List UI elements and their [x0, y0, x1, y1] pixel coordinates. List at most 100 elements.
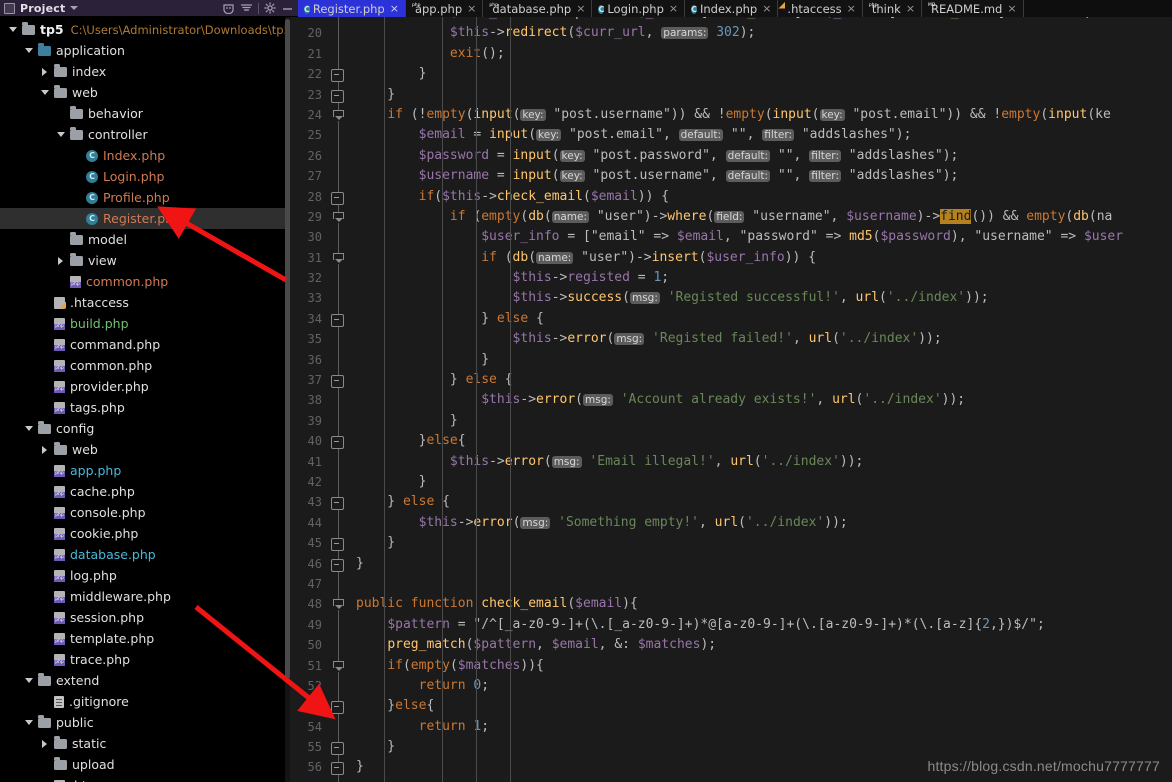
code-line-36[interactable]: } — [356, 350, 1172, 370]
gutter-line-47[interactable]: 47 — [290, 574, 352, 594]
fold-toggle-icon[interactable] — [331, 436, 344, 450]
gutter-line-49[interactable]: 49 — [290, 615, 352, 635]
gutter-line-28[interactable]: 28 — [290, 187, 352, 207]
code-line-26[interactable]: $password = input(key: "post.password", … — [356, 146, 1172, 166]
code-line-37[interactable]: } else { — [356, 370, 1172, 390]
gutter-line-25[interactable]: 25 — [290, 125, 352, 145]
fold-toggle-icon[interactable] — [333, 252, 344, 264]
gutter-line-33[interactable]: 33 — [290, 288, 352, 308]
editor-tab-bar[interactable]: C Register.php × app.php × database.php × C Logi… — [298, 0, 1172, 17]
gutter-line-45[interactable]: 45 — [290, 533, 352, 553]
fold-toggle-icon[interactable] — [331, 558, 344, 572]
tree-item-controller[interactable]: controller — [0, 124, 290, 145]
gutter-line-20[interactable]: 20 — [290, 23, 352, 43]
editor-tab-database-php[interactable]: database.php × — [483, 0, 593, 17]
fold-toggle-icon[interactable] — [333, 109, 344, 121]
fold-toggle-icon[interactable] — [331, 313, 344, 327]
code-line-44[interactable]: $this->error(msg: 'Something empty!', ur… — [356, 513, 1172, 533]
gutter-line-51[interactable]: 51 — [290, 656, 352, 676]
tree-item-cookie-php[interactable]: cookie.php — [0, 523, 290, 544]
code-line-23[interactable]: } — [356, 85, 1172, 105]
tree-toggle-icon[interactable] — [38, 445, 51, 454]
gutter-line-37[interactable]: 37 — [290, 370, 352, 390]
code-editor[interactable]: 1920212223242526272829303132333435363738… — [290, 17, 1172, 782]
gutter-line-35[interactable]: 35 — [290, 329, 352, 349]
minimize-icon[interactable] — [281, 3, 294, 14]
gutter-line-22[interactable]: 22 — [290, 64, 352, 84]
tree-item-extend[interactable]: extend — [0, 670, 290, 691]
collapse-all-icon[interactable] — [240, 3, 253, 14]
gutter-line-31[interactable]: 31 — [290, 248, 352, 268]
tree-item-trace-php[interactable]: trace.php — [0, 649, 290, 670]
tree-item-config[interactable]: config — [0, 418, 290, 439]
tab-close-icon[interactable]: × — [669, 3, 678, 14]
editor-tab-htaccess[interactable]: .htaccess × — [778, 0, 863, 17]
tree-item-common-php[interactable]: common.php — [0, 355, 290, 376]
tree-item-index[interactable]: index — [0, 61, 290, 82]
gutter-line-46[interactable]: 46 — [290, 554, 352, 574]
gutter-line-42[interactable]: 42 — [290, 472, 352, 492]
fold-toggle-icon[interactable] — [333, 660, 344, 672]
gutter-line-50[interactable]: 50 — [290, 635, 352, 655]
code-line-57[interactable] — [356, 778, 1172, 782]
code-line-32[interactable]: $this->registed = 1; — [356, 268, 1172, 288]
code-line-35[interactable]: $this->error(msg: 'Registed failed!', ur… — [356, 329, 1172, 349]
code-line-42[interactable]: } — [356, 472, 1172, 492]
tab-close-icon[interactable]: × — [847, 3, 856, 14]
gutter-line-27[interactable]: 27 — [290, 166, 352, 186]
gutter-line-56[interactable]: 56 — [290, 757, 352, 777]
tree-toggle-icon[interactable] — [54, 256, 67, 265]
tree-toggle-icon[interactable] — [22, 426, 35, 431]
gutter-line-26[interactable]: 26 — [290, 146, 352, 166]
gutter-line-44[interactable]: 44 — [290, 513, 352, 533]
tree-item-provider-php[interactable]: provider.php — [0, 376, 290, 397]
code-line-43[interactable]: } else { — [356, 492, 1172, 512]
code-line-33[interactable]: $this->success(msg: 'Registed successful… — [356, 288, 1172, 308]
code-line-27[interactable]: $username = input(key: "post.username", … — [356, 166, 1172, 186]
editor-tab-login-php[interactable]: C Login.php × — [592, 0, 686, 17]
tree-item-common-php[interactable]: common.php — [0, 271, 290, 292]
tree-item-tp5[interactable]: tp5 C:\Users\Administrator\Downloads\tp5 — [0, 19, 290, 40]
gutter-line-24[interactable]: 24 — [290, 105, 352, 125]
gutter-line-23[interactable]: 23 — [290, 85, 352, 105]
tree-item-view[interactable]: view — [0, 250, 290, 271]
tab-close-icon[interactable]: × — [1007, 3, 1016, 14]
tree-item-build-php[interactable]: build.php — [0, 313, 290, 334]
code-line-46[interactable]: } — [356, 554, 1172, 574]
code-line-20[interactable]: $this->redirect($curr_url, params: 302); — [356, 23, 1172, 43]
tree-item-middleware-php[interactable]: middleware.php — [0, 586, 290, 607]
gutter-line-38[interactable]: 38 — [290, 390, 352, 410]
code-line-38[interactable]: $this->error(msg: 'Account already exist… — [356, 390, 1172, 410]
gutter-line-54[interactable]: 54 — [290, 717, 352, 737]
fold-toggle-icon[interactable] — [331, 89, 344, 103]
tree-item-behavior[interactable]: behavior — [0, 103, 290, 124]
tab-close-icon[interactable]: × — [576, 3, 585, 14]
editor-tab-index-php[interactable]: C Index.php × — [685, 0, 779, 17]
tree-item-login-php[interactable]: C Login.php — [0, 166, 290, 187]
tab-close-icon[interactable]: × — [906, 3, 915, 14]
tree-item-web[interactable]: web — [0, 439, 290, 460]
editor-tab-register-php[interactable]: C Register.php × — [298, 0, 406, 17]
editor-tab-app-php[interactable]: app.php × — [405, 0, 484, 17]
tree-item-app-php[interactable]: app.php — [0, 460, 290, 481]
code-line-25[interactable]: $email = input(key: "post.email", defaul… — [356, 125, 1172, 145]
gutter-line-32[interactable]: 32 — [290, 268, 352, 288]
fold-toggle-icon[interactable] — [331, 191, 344, 205]
gutter-line-55[interactable]: 55 — [290, 737, 352, 757]
code-line-53[interactable]: }else{ — [356, 696, 1172, 716]
code-line-49[interactable]: $pattern = "/^[_a-z0-9-]+(\.[_a-z0-9-]+)… — [356, 615, 1172, 635]
gutter-line-53[interactable]: 53 — [290, 696, 352, 716]
fold-toggle-icon[interactable] — [333, 211, 344, 223]
editor-tab-think[interactable]: think × — [862, 0, 923, 17]
gutter-line-52[interactable]: 52 — [290, 676, 352, 696]
code-line-30[interactable]: $user_info = ["email" => $email, "passwo… — [356, 227, 1172, 247]
gutter-line-41[interactable]: 41 — [290, 452, 352, 472]
gutter-line-21[interactable]: 21 — [290, 44, 352, 64]
editor-gutter[interactable]: 1920212223242526272829303132333435363738… — [290, 17, 352, 782]
code-line-29[interactable]: if (empty(db(name: "user")->where(field:… — [356, 207, 1172, 227]
gutter-line-34[interactable]: 34 — [290, 309, 352, 329]
code-line-31[interactable]: if (db(name: "user")->insert($user_info)… — [356, 248, 1172, 268]
tab-close-icon[interactable]: × — [762, 3, 771, 14]
code-line-45[interactable]: } — [356, 533, 1172, 553]
tree-toggle-icon[interactable] — [22, 720, 35, 725]
